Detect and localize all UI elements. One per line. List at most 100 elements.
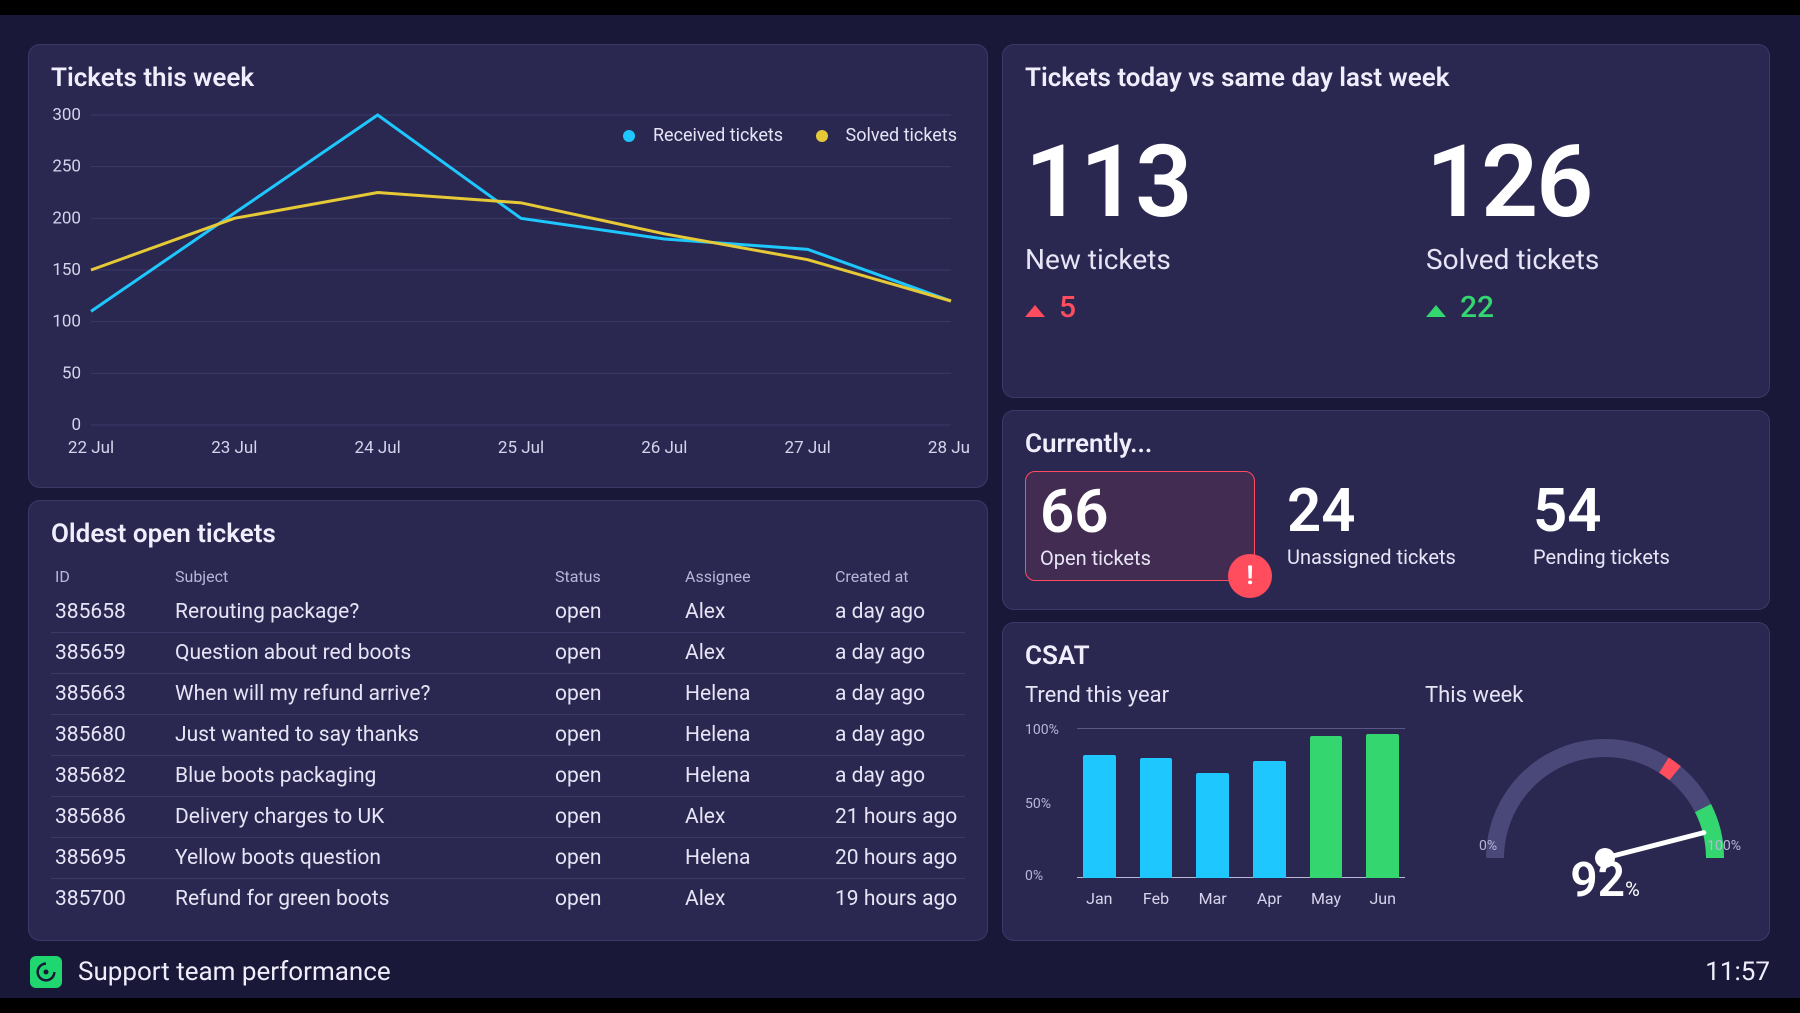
col-created: Created at bbox=[831, 561, 965, 592]
csat-week-col: This week 0% 100% 92% bbox=[1425, 683, 1765, 908]
col-id: ID bbox=[51, 561, 171, 592]
tickets-this-week-panel: Tickets this week Received tickets Solve… bbox=[28, 44, 988, 488]
table-row[interactable]: 385695Yellow boots questionopenHelena20 … bbox=[51, 838, 965, 879]
col-status: Status bbox=[551, 561, 681, 592]
currently-panel: Currently... 66 Open tickets ! 24 Unassi… bbox=[1002, 410, 1770, 610]
legend-label-received: Received tickets bbox=[653, 125, 783, 146]
triangle-up-icon bbox=[1426, 305, 1446, 317]
cell-id: 385695 bbox=[51, 838, 171, 879]
cell-created: 19 hours ago bbox=[831, 879, 965, 920]
open-tickets-stat: 66 Open tickets ! bbox=[1025, 471, 1255, 581]
chart-legend: Received tickets Solved tickets bbox=[595, 125, 957, 146]
panel-title: Oldest open tickets bbox=[51, 519, 965, 549]
bar-label: Feb bbox=[1140, 889, 1173, 908]
col-assignee: Assignee bbox=[681, 561, 831, 592]
cell-assignee: Helena bbox=[681, 838, 831, 879]
svg-text:200: 200 bbox=[52, 208, 81, 228]
panel-title: Tickets today vs same day last week bbox=[1025, 63, 1747, 93]
cell-created: 20 hours ago bbox=[831, 838, 965, 879]
cell-status: open bbox=[551, 879, 681, 920]
panel-title: CSAT bbox=[1025, 641, 1747, 671]
cell-id: 385663 bbox=[51, 674, 171, 715]
kpi-delta: 5 bbox=[1025, 290, 1346, 325]
pending-tickets-stat: 54 Pending tickets bbox=[1519, 471, 1747, 581]
tickets-table: ID Subject Status Assignee Created at 38… bbox=[51, 561, 965, 919]
y-tick: 100% bbox=[1025, 722, 1059, 738]
cell-status: open bbox=[551, 592, 681, 633]
table-row[interactable]: 385659Question about red bootsopenAlexa … bbox=[51, 633, 965, 674]
y-tick: 0% bbox=[1025, 868, 1043, 884]
cell-subject: Delivery charges to UK bbox=[171, 797, 551, 838]
alert-icon: ! bbox=[1228, 554, 1272, 598]
csat-gauge: 0% 100% 92% bbox=[1465, 718, 1745, 908]
bar bbox=[1310, 736, 1343, 879]
bar bbox=[1140, 758, 1173, 878]
cell-created: a day ago bbox=[831, 592, 965, 633]
kpi-label: Solved tickets bbox=[1426, 243, 1747, 276]
svg-text:26 Jul: 26 Jul bbox=[641, 438, 687, 458]
table-row[interactable]: 385680Just wanted to say thanksopenHelen… bbox=[51, 715, 965, 756]
cell-id: 385682 bbox=[51, 756, 171, 797]
tickets-today-panel: Tickets today vs same day last week 113 … bbox=[1002, 44, 1770, 398]
csat-panel: CSAT Trend this year 100% 50% 0% JanFebM… bbox=[1002, 622, 1770, 941]
cell-assignee: Helena bbox=[681, 756, 831, 797]
cell-id: 385659 bbox=[51, 633, 171, 674]
kpi-value: 126 bbox=[1426, 133, 1747, 233]
stat-label: Pending tickets bbox=[1533, 545, 1733, 569]
cell-created: a day ago bbox=[831, 756, 965, 797]
triangle-up-icon bbox=[1025, 305, 1045, 317]
cell-status: open bbox=[551, 633, 681, 674]
kpi-value: 113 bbox=[1025, 133, 1346, 233]
trend-subhead: Trend this year bbox=[1025, 683, 1405, 708]
svg-text:28 Jul: 28 Jul bbox=[928, 438, 971, 458]
csat-bar-chart: 100% 50% 0% JanFebMarAprMayJun bbox=[1025, 718, 1405, 908]
cell-subject: When will my refund arrive? bbox=[171, 674, 551, 715]
table-row[interactable]: 385658Rerouting package?openAlexa day ag… bbox=[51, 592, 965, 633]
stat-label: Open tickets bbox=[1040, 546, 1240, 570]
stat-value: 24 bbox=[1287, 481, 1487, 541]
svg-text:23 Jul: 23 Jul bbox=[211, 438, 257, 458]
clock: 11:57 bbox=[1705, 957, 1770, 987]
cell-id: 385680 bbox=[51, 715, 171, 756]
bar bbox=[1083, 755, 1116, 878]
bar-label: May bbox=[1310, 889, 1343, 908]
bar-label: Apr bbox=[1253, 889, 1286, 908]
cell-subject: Rerouting package? bbox=[171, 592, 551, 633]
bar bbox=[1196, 773, 1229, 878]
cell-created: 21 hours ago bbox=[831, 797, 965, 838]
cell-created: a day ago bbox=[831, 633, 965, 674]
cell-id: 385658 bbox=[51, 592, 171, 633]
cell-assignee: Alex bbox=[681, 879, 831, 920]
solved-tickets-kpi: 126 Solved tickets 22 bbox=[1426, 133, 1747, 325]
bar bbox=[1366, 734, 1399, 878]
cell-status: open bbox=[551, 715, 681, 756]
app-logo-icon bbox=[30, 956, 62, 988]
svg-text:27 Jul: 27 Jul bbox=[785, 438, 831, 458]
cell-status: open bbox=[551, 674, 681, 715]
cell-assignee: Alex bbox=[681, 633, 831, 674]
cell-created: a day ago bbox=[831, 674, 965, 715]
cell-subject: Refund for green boots bbox=[171, 879, 551, 920]
footer-bar: Support team performance 11:57 bbox=[0, 946, 1800, 998]
svg-text:100: 100 bbox=[52, 312, 81, 332]
oldest-tickets-panel: Oldest open tickets ID Subject Status As… bbox=[28, 500, 988, 941]
cell-subject: Question about red boots bbox=[171, 633, 551, 674]
panel-title: Currently... bbox=[1025, 429, 1747, 459]
svg-text:250: 250 bbox=[52, 157, 81, 177]
new-tickets-kpi: 113 New tickets 5 bbox=[1025, 133, 1346, 325]
cell-assignee: Alex bbox=[681, 592, 831, 633]
table-row[interactable]: 385686Delivery charges to UKopenAlex21 h… bbox=[51, 797, 965, 838]
table-row[interactable]: 385663When will my refund arrive?openHel… bbox=[51, 674, 965, 715]
stat-value: 66 bbox=[1040, 482, 1240, 542]
table-row[interactable]: 385700Refund for green bootsopenAlex19 h… bbox=[51, 879, 965, 920]
cell-assignee: Alex bbox=[681, 797, 831, 838]
cell-subject: Yellow boots question bbox=[171, 838, 551, 879]
bar-label: Mar bbox=[1196, 889, 1229, 908]
svg-text:150: 150 bbox=[52, 260, 81, 280]
cell-id: 385700 bbox=[51, 879, 171, 920]
stat-label: Unassigned tickets bbox=[1287, 545, 1487, 569]
svg-text:22 Jul: 22 Jul bbox=[68, 438, 114, 458]
kpi-delta: 22 bbox=[1426, 290, 1747, 325]
table-row[interactable]: 385682Blue boots packagingopenHelenaa da… bbox=[51, 756, 965, 797]
panel-title: Tickets this week bbox=[51, 63, 965, 93]
